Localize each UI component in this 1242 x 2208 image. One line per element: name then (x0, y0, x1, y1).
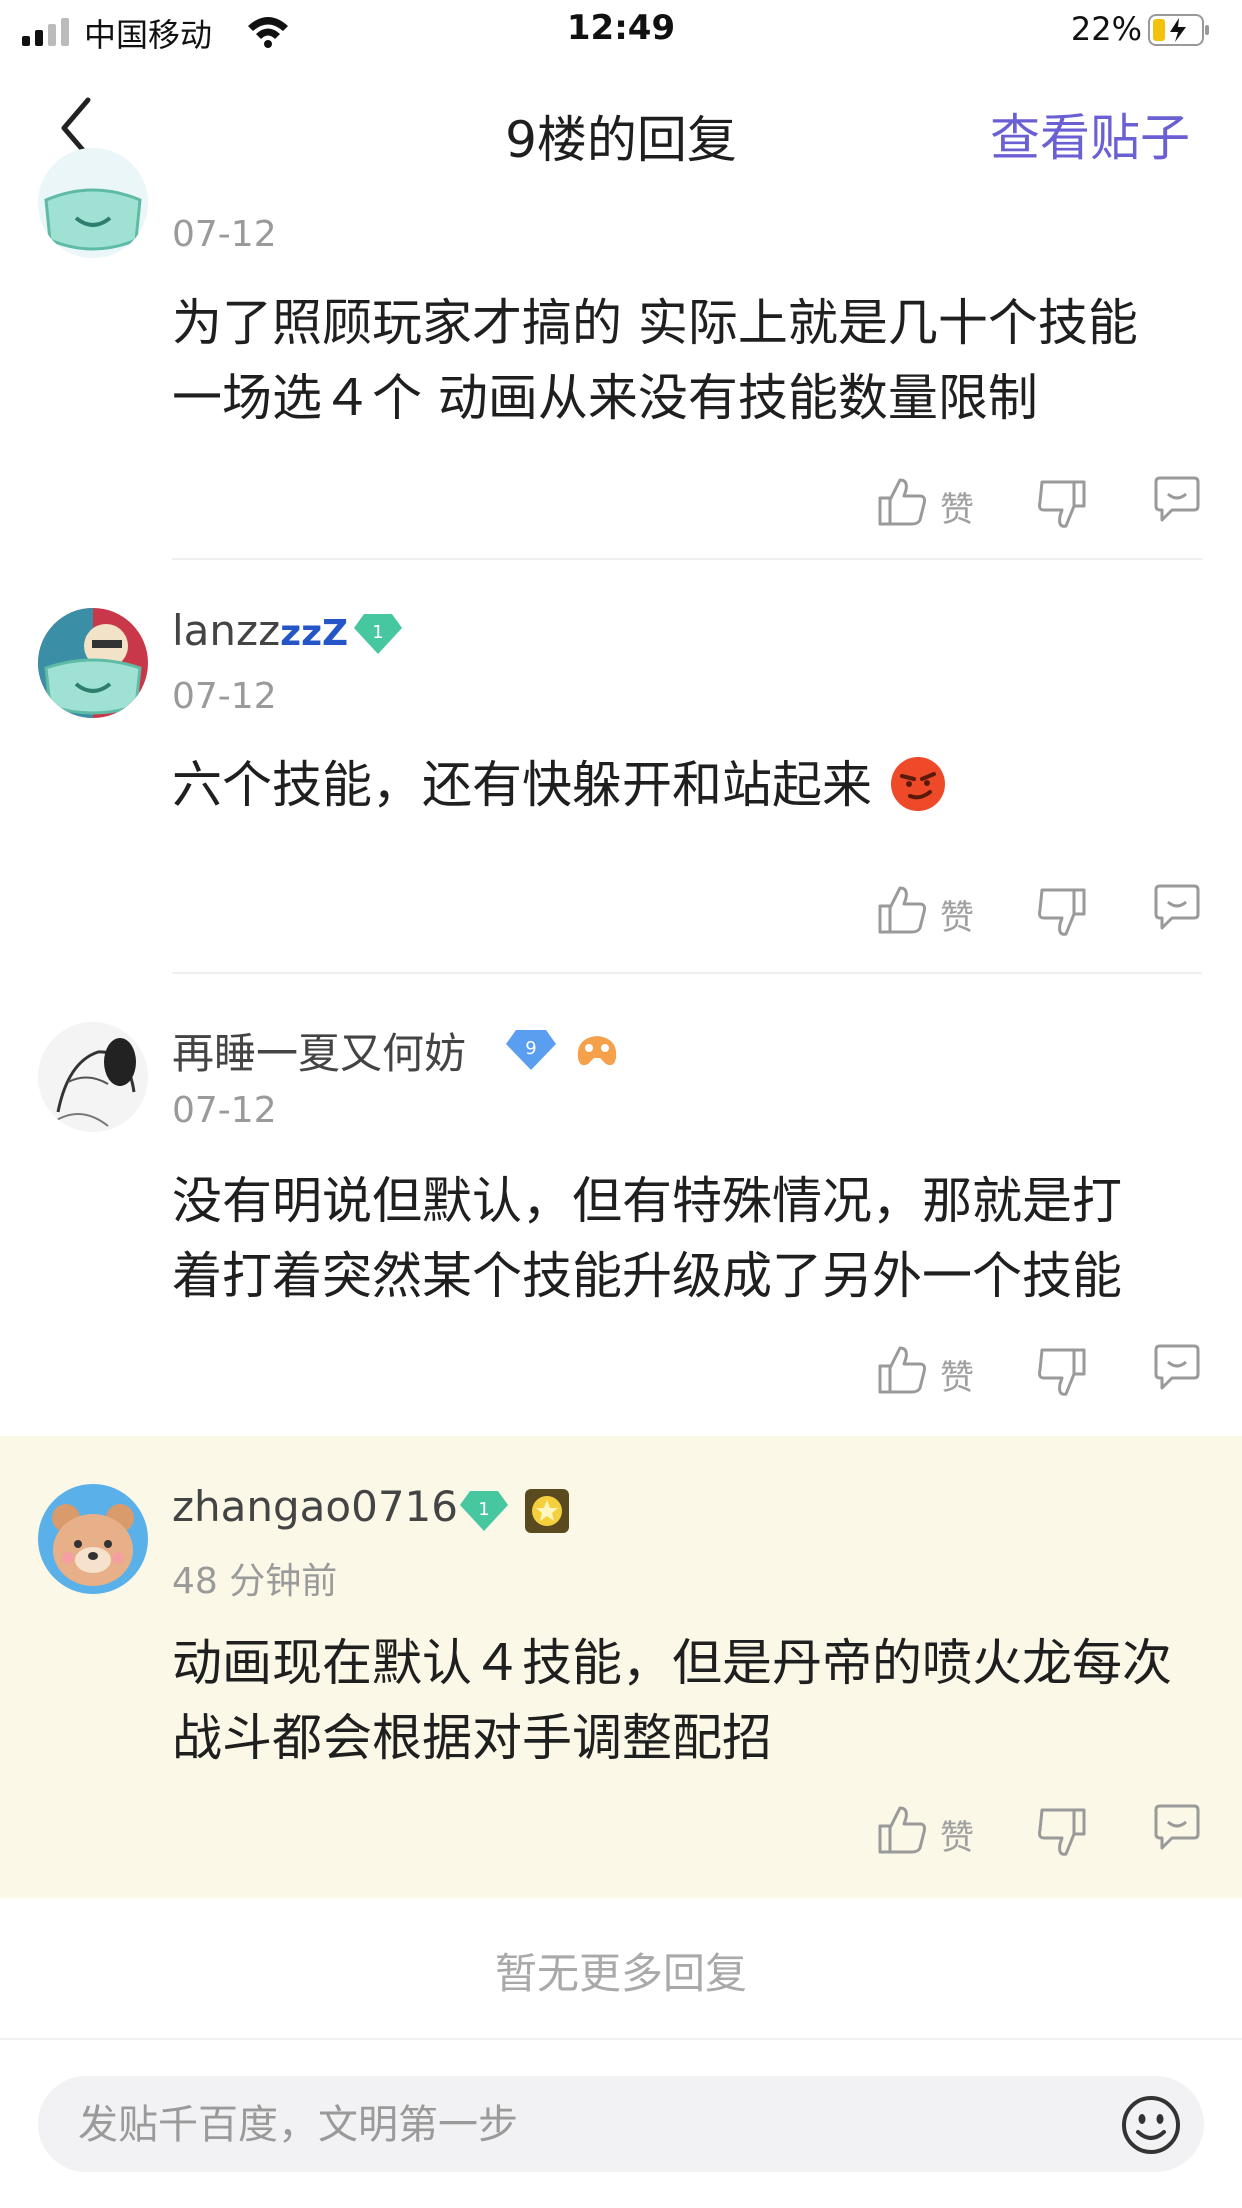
comment-icon[interactable] (1152, 476, 1202, 524)
status-bar: 中国移动 12:49 22% (0, 0, 1242, 62)
reply-date: 07-12 (172, 676, 277, 717)
bear-avatar-icon (38, 1484, 148, 1594)
avatar[interactable] (38, 1484, 148, 1594)
reply-text-line: 战斗都会根据对手调整配招 (172, 1709, 772, 1767)
battery-percent: 22% (1070, 10, 1142, 48)
reply-actions: 赞 (0, 468, 1242, 538)
compose-input[interactable] (78, 2102, 1078, 2148)
reply-text: 动画现在默认４技能，但是丹帝的喷火龙每次 战斗都会根据对手调整配招 (172, 1626, 1212, 1776)
reply-actions: 赞 (0, 1336, 1242, 1406)
comment-icon[interactable] (1152, 1804, 1202, 1852)
sleep-suffix: zzZ (280, 613, 349, 654)
reply-text: 为了照顾玩家才搞的 实际上就是几十个技能 一场选４个 动画从来没有技能数量限制 (172, 286, 1212, 436)
thumbs-down-icon[interactable] (1036, 1344, 1088, 1400)
smirk-emoji-icon (890, 757, 945, 811)
medal-badge-icon (525, 1489, 569, 1533)
reply-text: 六个技能，还有快躲开和站起来 (172, 748, 1212, 823)
sketch-avatar-icon (38, 1022, 148, 1132)
username[interactable]: 再睡一夏又何妨 (172, 1020, 466, 1081)
thumbs-down-icon[interactable] (1036, 1804, 1088, 1860)
avatar[interactable] (38, 148, 148, 258)
reply-text: 没有明说但默认，但有特殊情况，那就是打 着打着突然某个技能升级成了另外一个技能 (172, 1164, 1212, 1314)
thumbs-up-icon[interactable] (876, 476, 928, 528)
compose-bar (38, 2076, 1204, 2172)
reply-text-line: 为了照顾玩家才搞的 实际上就是几十个技能 (172, 294, 1138, 352)
reply-actions: 赞 (0, 876, 1242, 946)
level-number: 9 (525, 1038, 536, 1059)
username[interactable]: zhangao0716 (172, 1482, 458, 1531)
reply-actions: 赞 (0, 1796, 1242, 1866)
smiley-icon[interactable] (1120, 2094, 1182, 2156)
no-more-replies-text: 暂无更多回复 (494, 1949, 747, 1998)
badges: 9 (504, 1028, 622, 1072)
avatar[interactable] (38, 1022, 148, 1132)
reply-item: lanzzzzZ 1 07-12 六个技能，还有快躲开和站起来 赞 (0, 560, 1242, 974)
username-text[interactable]: lanzz (172, 606, 280, 655)
reply-item: 再睡一夏又何妨 9 07-12 没有明说但默认，但有特殊情况，那就是打 着打着突… (0, 974, 1242, 1436)
badges: 1 (352, 612, 404, 656)
like-label[interactable]: 赞 (940, 1350, 974, 1399)
badges: 1 (458, 1488, 570, 1534)
like-label[interactable]: 赞 (940, 1810, 974, 1859)
thumbs-down-icon[interactable] (1036, 476, 1088, 532)
level-badge-icon: 1 (354, 614, 402, 654)
level-badge-icon: 9 (506, 1030, 556, 1070)
battery-icon (1148, 14, 1209, 46)
thumbs-up-icon[interactable] (876, 1344, 928, 1396)
nav-bar: 9楼的回复 查看贴子 (0, 62, 1242, 190)
clock: 12:49 (566, 8, 676, 48)
reply-item-highlighted: zhangao0716 1 48 分钟前 动画现在默认４技能，但是丹帝的喷火龙每… (0, 1436, 1242, 1898)
level-badge-icon: 1 (460, 1491, 508, 1531)
reply-item: 07-12 为了照顾玩家才搞的 实际上就是几十个技能 一场选４个 动画从来没有技… (0, 148, 1242, 560)
reply-text-line: 没有明说但默认，但有特殊情况，那就是打 (172, 1172, 1122, 1230)
reply-date: 07-12 (172, 1090, 277, 1131)
reply-text-line: 六个技能，还有快躲开和站起来 (172, 756, 872, 814)
thumbs-up-icon[interactable] (876, 1804, 928, 1856)
reply-text-line: 动画现在默认４技能，但是丹帝的喷火龙每次 (172, 1634, 1172, 1692)
avatar[interactable] (38, 608, 148, 718)
thumbs-down-icon[interactable] (1036, 884, 1088, 940)
reply-date: 48 分钟前 (172, 1561, 338, 1602)
game-badge-icon (577, 1036, 617, 1066)
mask-avatar-icon (38, 148, 148, 258)
divider (0, 2038, 1242, 2040)
like-label[interactable]: 赞 (940, 482, 974, 531)
view-post-button[interactable]: 查看贴子 (990, 98, 1190, 170)
level-number: 1 (478, 1499, 489, 1520)
comment-icon[interactable] (1152, 884, 1202, 932)
reply-text-line: 着打着突然某个技能升级成了另外一个技能 (172, 1247, 1122, 1305)
comment-icon[interactable] (1152, 1344, 1202, 1392)
thumbs-up-icon[interactable] (876, 884, 928, 936)
reply-date: 07-12 (172, 214, 277, 255)
level-number: 1 (372, 622, 383, 643)
reply-text-line: 一场选４个 动画从来没有技能数量限制 (172, 369, 1038, 427)
username[interactable]: lanzzzzZ (172, 606, 348, 655)
mask-avatar-icon (38, 608, 148, 718)
like-label[interactable]: 赞 (940, 890, 974, 939)
